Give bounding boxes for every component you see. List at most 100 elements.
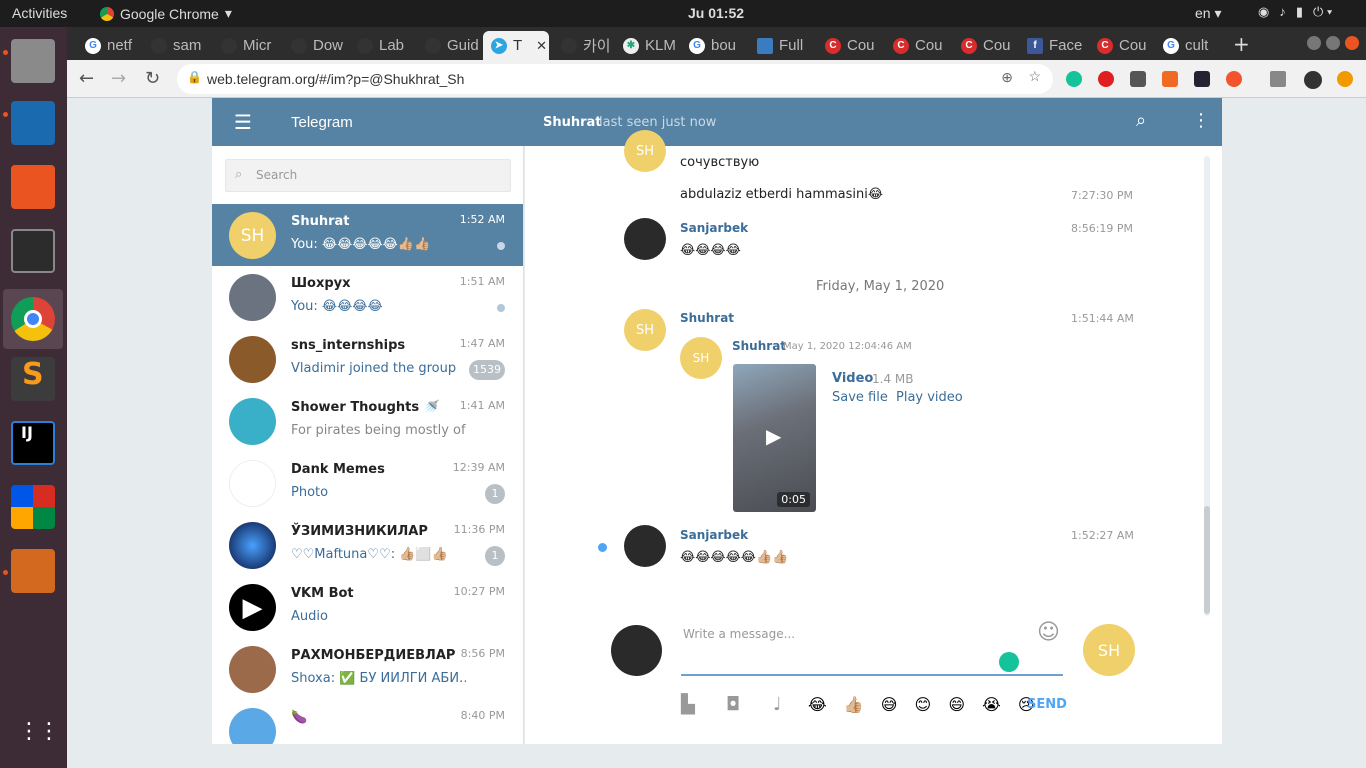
bookmark-star-icon[interactable]: ☆ — [1028, 68, 1041, 85]
more-options-icon[interactable]: ⋮ — [1192, 110, 1210, 131]
tab[interactable]: C Cou — [817, 31, 879, 60]
search-input[interactable]: ⌕ Search — [225, 159, 511, 192]
forward-icon[interactable]: → — [111, 68, 126, 89]
attach-file-icon[interactable]: ▙ — [681, 694, 695, 715]
chat-item[interactable]: Shower Thoughts 🚿 1:41 AM For pirates be… — [212, 390, 523, 452]
quick-emoji-bar[interactable]: 😂 👍🏼 😅 😊 😄 😭 😢 — [808, 695, 1041, 714]
extension-icon[interactable] — [1194, 71, 1210, 87]
media-icon[interactable] — [1270, 71, 1286, 87]
tab[interactable]: Guid — [417, 31, 483, 60]
peer-avatar[interactable]: SH — [1083, 624, 1135, 676]
reload-icon[interactable]: ↻ — [145, 68, 160, 89]
url-text: web.telegram.org/#/im?p=@Shukhrat_Sh — [207, 71, 465, 87]
chat-item[interactable]: РАХМОНБЕРДИЕВЛАР 8:56 PM Shoxa: ✅ БУ ЙИЛ… — [212, 638, 523, 700]
sender-name[interactable]: Sanjarbek — [680, 221, 748, 235]
peer-name[interactable]: Shuhrat — [543, 115, 602, 130]
grammarly-icon[interactable] — [1066, 71, 1082, 87]
tab[interactable]: Gbou — [681, 31, 743, 60]
sender-avatar[interactable] — [624, 525, 666, 567]
tab[interactable]: Full — [749, 31, 813, 60]
files-icon[interactable] — [11, 39, 55, 83]
message-time: 7:27:30 PM — [1071, 189, 1134, 202]
tab-telegram[interactable]: ➤ T ✕ — [483, 31, 549, 60]
forwarded-sender[interactable]: Shuhrat — [732, 339, 786, 353]
new-tab-button[interactable]: + — [1233, 32, 1250, 56]
tab[interactable]: 카이 — [553, 31, 613, 60]
google-icon: G — [689, 37, 705, 54]
chat-item[interactable]: 🍆 8:40 PM — [212, 700, 523, 744]
extension-icon[interactable] — [1226, 71, 1242, 87]
power-icon: ⏻ ▾ — [1313, 4, 1333, 19]
chat-item[interactable]: sns_internships 1:47 AM Vladimir joined … — [212, 328, 523, 390]
google-icon: G — [1163, 37, 1179, 54]
chat-item[interactable]: ▶ VKM Bot 10:27 PM Audio — [212, 576, 523, 638]
chat-item[interactable]: ЎЗИМИЗНИКИЛАР 11:36 PM ♡♡Maftuna♡♡: 👍🏼⬜👍… — [212, 514, 523, 576]
emoji-picker-icon[interactable]: ☺ — [1037, 620, 1060, 645]
scrollbar-thumb[interactable] — [1204, 506, 1210, 614]
camera-icon[interactable]: ◘ — [726, 694, 740, 715]
menu-update-icon[interactable] — [1337, 71, 1353, 87]
writer-icon[interactable] — [11, 101, 55, 145]
back-icon[interactable]: ← — [79, 68, 94, 89]
tab[interactable]: sam — [143, 31, 209, 60]
save-file-link[interactable]: Save file — [832, 390, 888, 405]
profile-avatar[interactable] — [1304, 71, 1322, 89]
system-tray[interactable]: ◉ ♪ ▮ ⏻ ▾ — [1258, 4, 1332, 20]
message-input[interactable]: Write a message... ☺ — [681, 620, 1063, 676]
own-avatar[interactable] — [611, 625, 662, 676]
clock[interactable]: Ju 01:52 — [688, 5, 744, 21]
chat-preview: You: 😂😂😂😂😂👍🏼👍🏼 — [291, 237, 431, 252]
extension-icon[interactable] — [1130, 71, 1146, 87]
extension-icon[interactable] — [1162, 71, 1178, 87]
sublime-icon[interactable]: S — [11, 357, 55, 401]
tab[interactable]: C Cou — [953, 31, 1015, 60]
hamburger-menu-icon[interactable]: ☰ — [234, 112, 252, 132]
tab[interactable]: C Cou — [1089, 31, 1151, 60]
tab[interactable]: Lab — [349, 31, 415, 60]
tab[interactable]: ✱ KLM — [615, 31, 677, 60]
games-icon[interactable] — [11, 485, 55, 529]
chat-item-shuhrat[interactable]: SH Shuhrat 1:52 AM You: 😂😂😂😂😂👍🏼👍🏼 — [212, 204, 523, 266]
tab[interactable]: Micr — [213, 31, 279, 60]
impress-icon[interactable] — [11, 549, 55, 593]
chat-name: Shuhrat — [291, 214, 350, 229]
play-video-link[interactable]: Play video — [896, 390, 963, 405]
play-icon[interactable]: ▶ — [766, 424, 781, 448]
activities-button[interactable]: Activities — [12, 5, 67, 21]
tab[interactable]: Dow — [283, 31, 349, 60]
minimize-button[interactable] — [1307, 36, 1321, 50]
chat-item[interactable]: Dank Memes 12:39 AM Photo 1 — [212, 452, 523, 514]
extension-icon[interactable] — [1098, 71, 1114, 87]
close-tab-icon[interactable]: ✕ — [536, 38, 547, 54]
grammarly-icon[interactable] — [999, 652, 1019, 672]
tab[interactable]: Gcult — [1155, 31, 1221, 60]
search-icon[interactable]: ⌕ — [1136, 110, 1146, 131]
google-icon: G — [85, 37, 101, 54]
intellij-icon[interactable]: IJ — [11, 421, 55, 465]
add-icon[interactable]: ⊕ — [1001, 69, 1013, 86]
terminal-icon[interactable] — [11, 229, 55, 273]
app-menu[interactable]: Google Chrome ▾ — [100, 5, 232, 22]
microphone-icon[interactable]: ♩ — [773, 694, 782, 715]
sender-name[interactable]: Sanjarbek — [680, 528, 748, 542]
software-center-icon[interactable] — [11, 165, 55, 209]
chrome-dock-icon[interactable] — [3, 289, 63, 349]
tab[interactable]: Gnetf — [77, 31, 139, 60]
avatar[interactable]: SH — [624, 309, 666, 351]
sender-name[interactable]: Shuhrat — [680, 311, 734, 325]
close-window-button[interactable] — [1345, 36, 1359, 50]
send-button[interactable]: SEND — [1027, 697, 1067, 712]
language-indicator[interactable]: en ▾ — [1195, 5, 1222, 22]
avatar[interactable]: SH — [624, 130, 666, 172]
unread-badge: 1 — [485, 546, 505, 566]
tab[interactable]: C Cou — [885, 31, 947, 60]
sender-avatar[interactable] — [624, 218, 666, 260]
address-bar[interactable]: 🔒 web.telegram.org/#/im?p=@Shukhrat_Sh ⊕… — [177, 64, 1053, 94]
tab[interactable]: f Face — [1019, 31, 1083, 60]
telegram-page: ☰ Telegram Shuhrat last seen just now ⌕ … — [67, 98, 1366, 768]
maximize-button[interactable] — [1326, 36, 1340, 50]
forwarded-avatar[interactable]: SH — [680, 337, 722, 379]
lock-icon: 🔒 — [187, 70, 202, 84]
chat-item[interactable]: Шохрух 1:51 AM You: 😂😂😂😂 — [212, 266, 523, 328]
video-thumbnail[interactable]: ▶ 0:05 — [733, 364, 816, 512]
